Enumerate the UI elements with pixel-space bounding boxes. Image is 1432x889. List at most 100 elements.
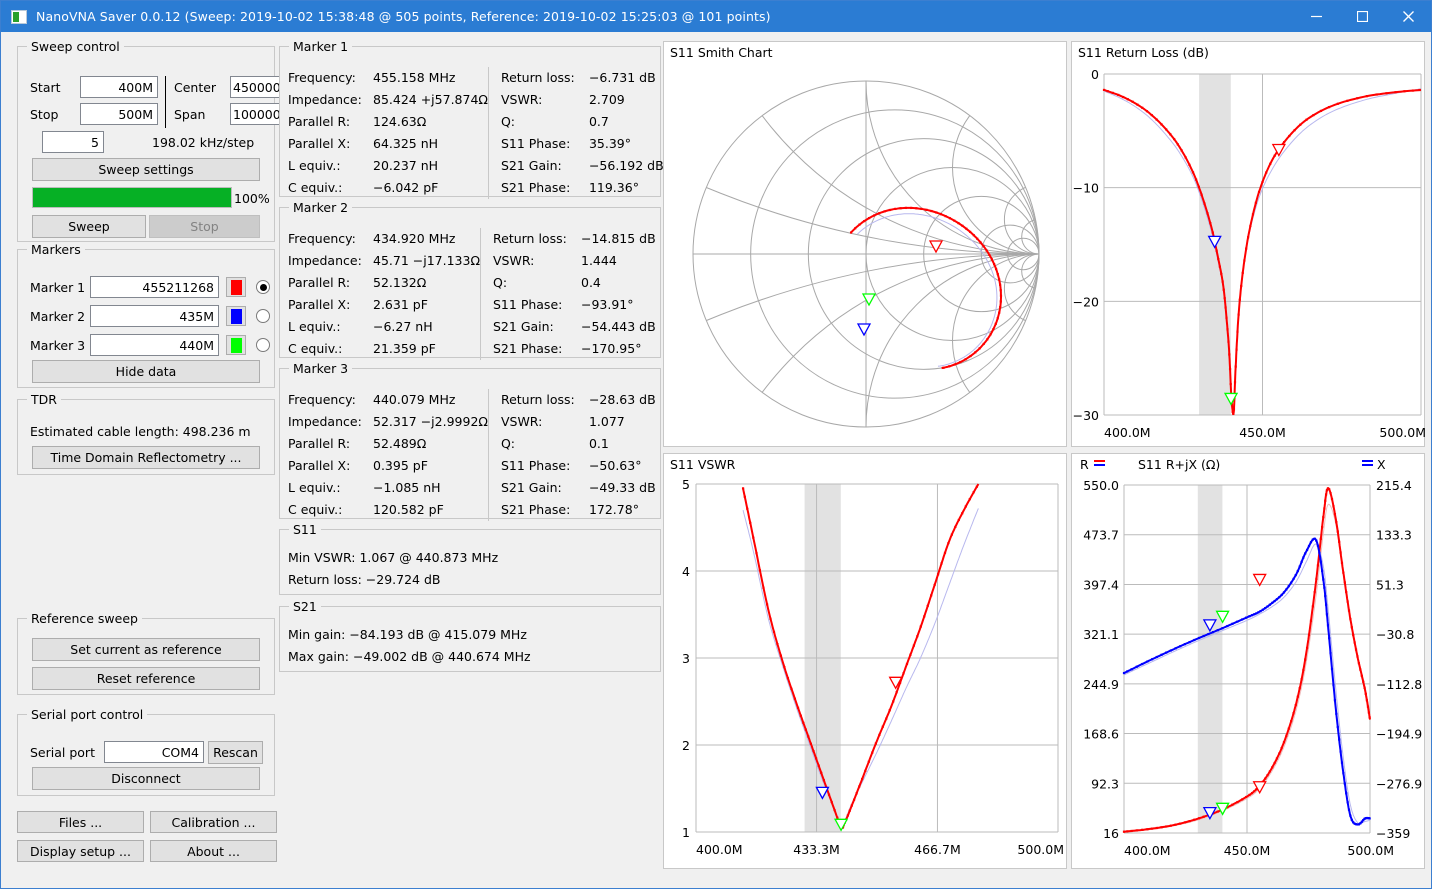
value: 45.71 −j17.133Ω — [373, 250, 480, 272]
data-row: S21 Phase:−170.95° — [493, 338, 656, 360]
svg-text:−112.8: −112.8 — [1376, 677, 1422, 692]
marker-2-input[interactable] — [90, 305, 219, 327]
value: 21.359 pF — [373, 338, 436, 360]
disconnect-button[interactable]: Disconnect — [32, 767, 260, 790]
set-current-as-reference-button[interactable]: Set current as reference — [32, 638, 260, 661]
tdr-cable-length: Estimated cable length: 498.236 m — [30, 424, 251, 439]
data-row: L equiv.:−1.085 nH — [288, 477, 488, 499]
s11-summary-group: S11 Min VSWR: 1.067 @ 440.873 MHz Return… — [279, 529, 661, 595]
reset-reference-button[interactable]: Reset reference — [32, 667, 260, 690]
data-row: Frequency:455.158 MHz — [288, 67, 488, 89]
sweep-button[interactable]: Sweep — [32, 215, 146, 238]
marker-1-input[interactable] — [90, 276, 219, 298]
value: 52.489Ω — [373, 433, 426, 455]
display-setup-button[interactable]: Display setup ... — [17, 840, 144, 862]
data-row: Parallel X:64.325 nH — [288, 133, 488, 155]
value: −6.731 dB — [589, 67, 656, 89]
value: 434.920 MHz — [373, 228, 455, 250]
svg-text:433.3M: 433.3M — [793, 842, 840, 857]
key: Impedance: — [288, 411, 373, 433]
key: S21 Phase: — [501, 177, 589, 199]
calibration-button[interactable]: Calibration ... — [150, 811, 277, 833]
svg-text:215.4: 215.4 — [1376, 478, 1412, 493]
value: 172.78° — [589, 499, 639, 521]
r-jx-chart[interactable]: S11 R+jX (Ω) R X 550.0473.7397.4321.1244… — [1071, 453, 1425, 869]
marker-2-color-swatch[interactable] — [226, 306, 246, 326]
svg-text:400.0M: 400.0M — [1104, 425, 1151, 440]
smith-chart[interactable]: S11 Smith Chart — [663, 41, 1067, 447]
value: −93.91° — [581, 294, 634, 316]
sweep-settings-button[interactable]: Sweep settings — [32, 158, 260, 181]
stop-button[interactable]: Stop — [149, 215, 260, 238]
key: S21 Gain: — [501, 155, 589, 177]
tdr-button[interactable]: Time Domain Reflectometry ... — [32, 446, 260, 469]
application-window: NanoVNA Saver 0.0.12 (Sweep: 2019-10-02 … — [0, 0, 1432, 889]
value: 2.631 pF — [373, 294, 428, 316]
key: S21 Gain: — [501, 477, 589, 499]
vswr-chart-canvas: 12345400.0M433.3M466.7M500.0M — [664, 454, 1068, 870]
stop-input[interactable] — [80, 103, 158, 125]
maximize-button[interactable] — [1339, 1, 1385, 32]
value: −6.27 nH — [373, 316, 433, 338]
value: 120.582 pF — [373, 499, 444, 521]
window-controls — [1293, 1, 1431, 32]
start-input[interactable] — [80, 76, 158, 98]
value: 1.444 — [581, 250, 617, 272]
svg-text:−359: −359 — [1376, 826, 1410, 841]
app-icon — [11, 10, 27, 24]
marker-1-data-title: Marker 1 — [289, 39, 352, 54]
key: Frequency: — [288, 228, 373, 250]
r-jx-chart-canvas: 550.0473.7397.4321.1244.9168.692.316215.… — [1072, 454, 1426, 870]
key: S11 Phase: — [501, 455, 589, 477]
serial-port-input[interactable] — [104, 741, 204, 763]
sweep-control-title: Sweep control — [27, 39, 124, 54]
step-size-label: 198.02 kHz/step — [152, 135, 254, 150]
value: −14.815 dB — [581, 228, 656, 250]
hide-data-button[interactable]: Hide data — [32, 360, 260, 383]
marker-row: Marker 3 — [30, 334, 270, 356]
marker-2-data-grid: Frequency:434.920 MHz Impedance:45.71 −j… — [288, 228, 652, 360]
marker-1-radio[interactable] — [256, 280, 270, 294]
marker-3-input[interactable] — [90, 334, 219, 356]
key: Q: — [501, 111, 589, 133]
key: L equiv.: — [288, 316, 373, 338]
data-row: Q:0.1 — [501, 433, 656, 455]
value: 52.317 −j2.9992Ω — [373, 411, 488, 433]
data-row: Parallel X:2.631 pF — [288, 294, 480, 316]
svg-text:16: 16 — [1103, 826, 1119, 841]
value: 124.63Ω — [373, 111, 426, 133]
vswr-chart[interactable]: S11 VSWR 12345400.0M433.3M466.7M500.0M — [663, 453, 1067, 869]
marker-3-radio[interactable] — [256, 338, 270, 352]
rescan-button[interactable]: Rescan — [208, 741, 263, 764]
marker-3-color-swatch[interactable] — [226, 335, 246, 355]
marker-3-data-grid: Frequency:440.079 MHz Impedance:52.317 −… — [288, 389, 652, 521]
marker-2-right-column: Return loss:−14.815 dB VSWR:1.444 Q:0.4 … — [481, 228, 656, 360]
data-row: Parallel R:52.132Ω — [288, 272, 480, 294]
data-row: S21 Gain:−56.192 dB — [501, 155, 664, 177]
key: Return loss: — [501, 67, 589, 89]
value: −54.443 dB — [581, 316, 656, 338]
about-button[interactable]: About ... — [150, 840, 277, 862]
value: −170.95° — [581, 338, 641, 360]
return-loss-chart[interactable]: S11 Return Loss (dB) 0−10−20−30400.0M450… — [1071, 41, 1425, 447]
marker-2-radio[interactable] — [256, 309, 270, 323]
data-row: L equiv.:−6.27 nH — [288, 316, 480, 338]
segments-input[interactable] — [42, 131, 104, 153]
svg-text:−20: −20 — [1073, 294, 1099, 309]
data-row: C equiv.:21.359 pF — [288, 338, 480, 360]
key: VSWR: — [493, 250, 581, 272]
close-button[interactable] — [1385, 1, 1431, 32]
s11-min-vswr: Min VSWR: 1.067 @ 440.873 MHz — [288, 547, 498, 569]
files-button[interactable]: Files ... — [17, 811, 144, 833]
value: 20.237 nH — [373, 155, 438, 177]
minimize-button[interactable] — [1293, 1, 1339, 32]
key: Parallel X: — [288, 455, 373, 477]
svg-text:321.1: 321.1 — [1083, 627, 1119, 642]
reference-sweep-group: Reference sweep Set current as reference… — [17, 618, 275, 695]
svg-text:51.3: 51.3 — [1376, 577, 1404, 592]
marker-1-data-group: Marker 1 Frequency:455.158 MHz Impedance… — [279, 46, 661, 197]
marker-1-color-swatch[interactable] — [226, 277, 246, 297]
svg-text:0: 0 — [1091, 67, 1099, 82]
data-row: S21 Gain:−49.33 dB — [501, 477, 656, 499]
reference-sweep-title: Reference sweep — [27, 611, 142, 626]
